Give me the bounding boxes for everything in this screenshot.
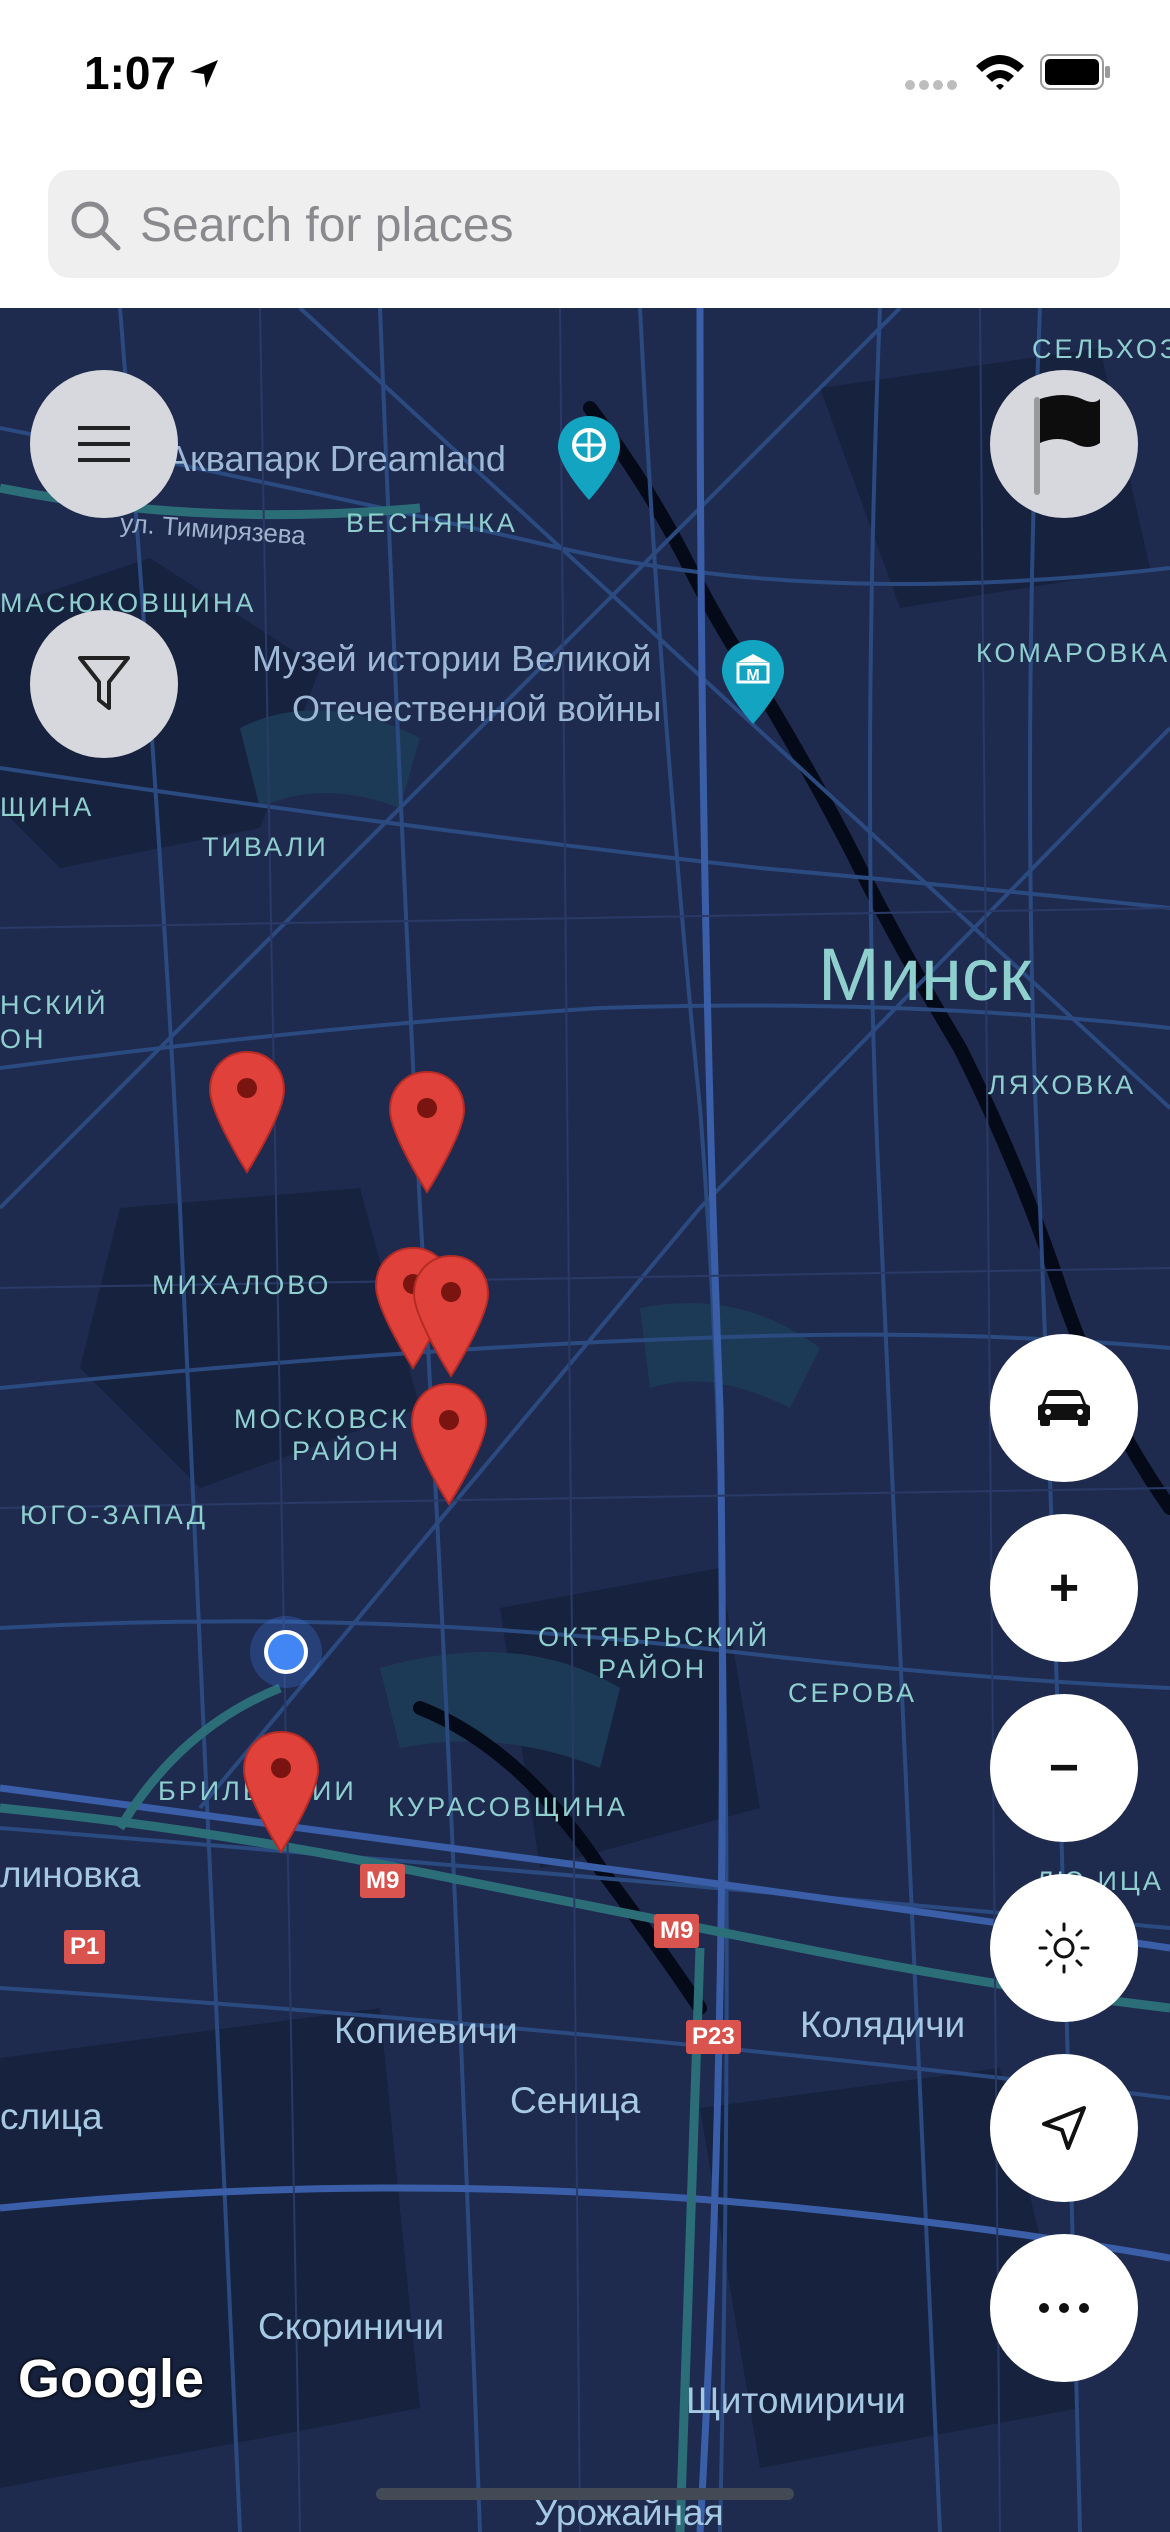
navigation-arrow-icon	[1042, 2106, 1086, 2150]
flag-icon	[1034, 395, 1100, 495]
map-view[interactable]: СЕЛЬХОЗ ВЕСНЯНКА МАСЮКОВЩИНА КОМАРОВКА Щ…	[0, 308, 1170, 2532]
zoom-out-button[interactable]: −	[990, 1694, 1138, 1842]
amusement-park-poi-icon[interactable]	[556, 414, 622, 502]
museum-poi-icon[interactable]: M	[720, 638, 786, 726]
town-label: Сеница	[510, 2080, 641, 2121]
town-label: слица	[0, 2096, 103, 2137]
district-label: РАЙОН	[292, 1436, 402, 1466]
theme-toggle-button[interactable]	[990, 1874, 1138, 2022]
town-label: Щитомиричи	[686, 2380, 906, 2421]
map-marker-pin[interactable]	[412, 1254, 490, 1378]
user-location-dot	[250, 1616, 322, 1688]
town-label: Копиевичи	[334, 2010, 518, 2051]
cellular-signal-icon	[905, 80, 957, 90]
menu-button[interactable]	[30, 370, 178, 518]
wifi-icon	[976, 55, 1024, 90]
district-label: ВЕСНЯНКА	[346, 508, 518, 538]
sun-icon	[1038, 1922, 1090, 1974]
filter-button[interactable]	[30, 610, 178, 758]
district-label: РАЙОН	[598, 1654, 708, 1684]
search-input[interactable]	[138, 170, 1102, 280]
road-shield: M9	[654, 1914, 700, 1948]
flag-button[interactable]	[990, 370, 1138, 518]
map-marker-pin[interactable]	[388, 1070, 466, 1194]
poi-label: Отечественной войны	[292, 688, 662, 729]
district-label: СЕЛЬХОЗ	[1032, 334, 1170, 364]
filter-icon	[78, 656, 130, 710]
district-label: ЛЯХОВКА	[988, 1070, 1137, 1100]
map-marker-pin[interactable]	[410, 1382, 488, 1506]
town-label: линовка	[0, 1854, 141, 1895]
more-options-button[interactable]	[990, 2234, 1138, 2382]
search-bar[interactable]	[48, 170, 1120, 280]
district-label: МИХАЛОВО	[152, 1270, 332, 1300]
minus-icon: −	[1048, 1739, 1080, 1797]
battery-icon	[1040, 54, 1110, 90]
district-label: МОСКОВСК	[234, 1404, 410, 1434]
car-mode-button[interactable]	[990, 1334, 1138, 1482]
map-marker-pin[interactable]	[242, 1730, 320, 1854]
status-bar: 1:07	[0, 0, 1170, 150]
location-arrow-icon	[190, 60, 218, 88]
district-label: ТИВАЛИ	[202, 832, 329, 862]
district-label: ЮГО-ЗАПАД	[20, 1500, 208, 1530]
district-label: КУРАСОВЩИНА	[388, 1792, 628, 1822]
home-indicator[interactable]	[376, 2488, 794, 2500]
poi-label: Аквапарк Dreamland	[166, 438, 506, 479]
map-marker-pin[interactable]	[208, 1050, 286, 1174]
district-label: КОМАРОВКА	[976, 638, 1170, 668]
road-shield: P1	[64, 1930, 106, 1964]
road-shield: M9	[360, 1864, 406, 1898]
poi-label: Музей истории Великой	[252, 638, 652, 679]
zoom-in-button[interactable]: +	[990, 1514, 1138, 1662]
plus-icon: +	[1048, 1559, 1080, 1617]
my-location-button[interactable]	[990, 2054, 1138, 2202]
search-icon	[71, 201, 121, 251]
menu-icon	[78, 426, 130, 462]
district-label: ЩИНА	[0, 792, 95, 822]
town-label: Колядичи	[800, 2004, 966, 2045]
district-label: ОН	[0, 1024, 47, 1054]
district-label: ОКТЯБРЬСКИЙ	[538, 1622, 771, 1652]
more-icon	[1039, 2303, 1089, 2313]
car-icon	[1038, 1390, 1090, 1426]
road-shield: P23	[686, 2020, 741, 2054]
status-time: 1:07	[84, 47, 177, 99]
town-label: Скориничи	[258, 2306, 445, 2347]
search-bar-container	[0, 150, 1170, 308]
district-label: НСКИЙ	[0, 990, 109, 1020]
district-label: СЕРОВА	[788, 1678, 918, 1708]
google-attribution-logo: Google	[18, 2349, 204, 2409]
svg-text:M: M	[746, 667, 759, 684]
city-label: Минск	[818, 933, 1032, 1016]
